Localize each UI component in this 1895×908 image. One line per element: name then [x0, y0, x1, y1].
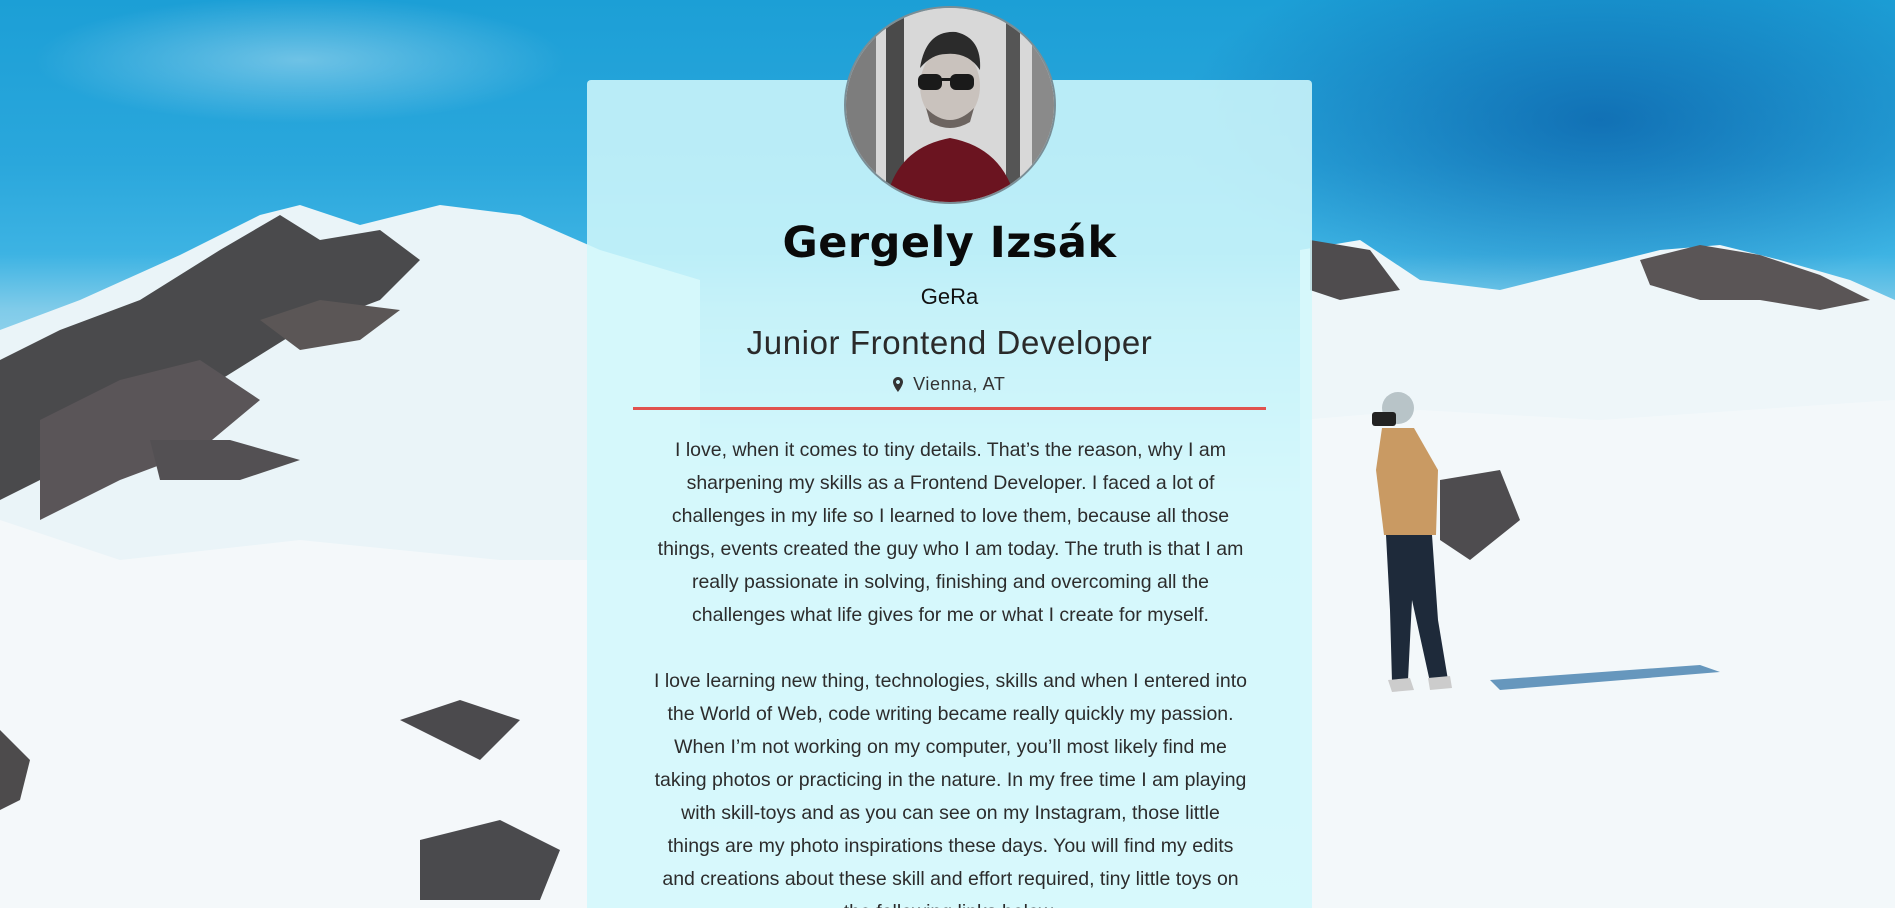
- profile-location: Vienna, AT: [587, 374, 1312, 397]
- location-label: Vienna, AT: [913, 374, 1006, 394]
- avatar: [844, 6, 1056, 204]
- section-divider: [633, 407, 1266, 410]
- profile-page: Gergely Izsák GeRa Junior Frontend Devel…: [0, 0, 1895, 908]
- bio-paragraph: I love, when it comes to tiny details. T…: [657, 439, 1244, 626]
- map-pin-icon: [893, 376, 904, 397]
- bio-paragraph: I love learning new thing, technologies,…: [654, 670, 1247, 908]
- profile-name: Gergely Izsák: [782, 218, 1117, 268]
- profile-role: Junior Frontend Developer: [746, 324, 1153, 361]
- profile-nickname: GeRa: [920, 284, 979, 309]
